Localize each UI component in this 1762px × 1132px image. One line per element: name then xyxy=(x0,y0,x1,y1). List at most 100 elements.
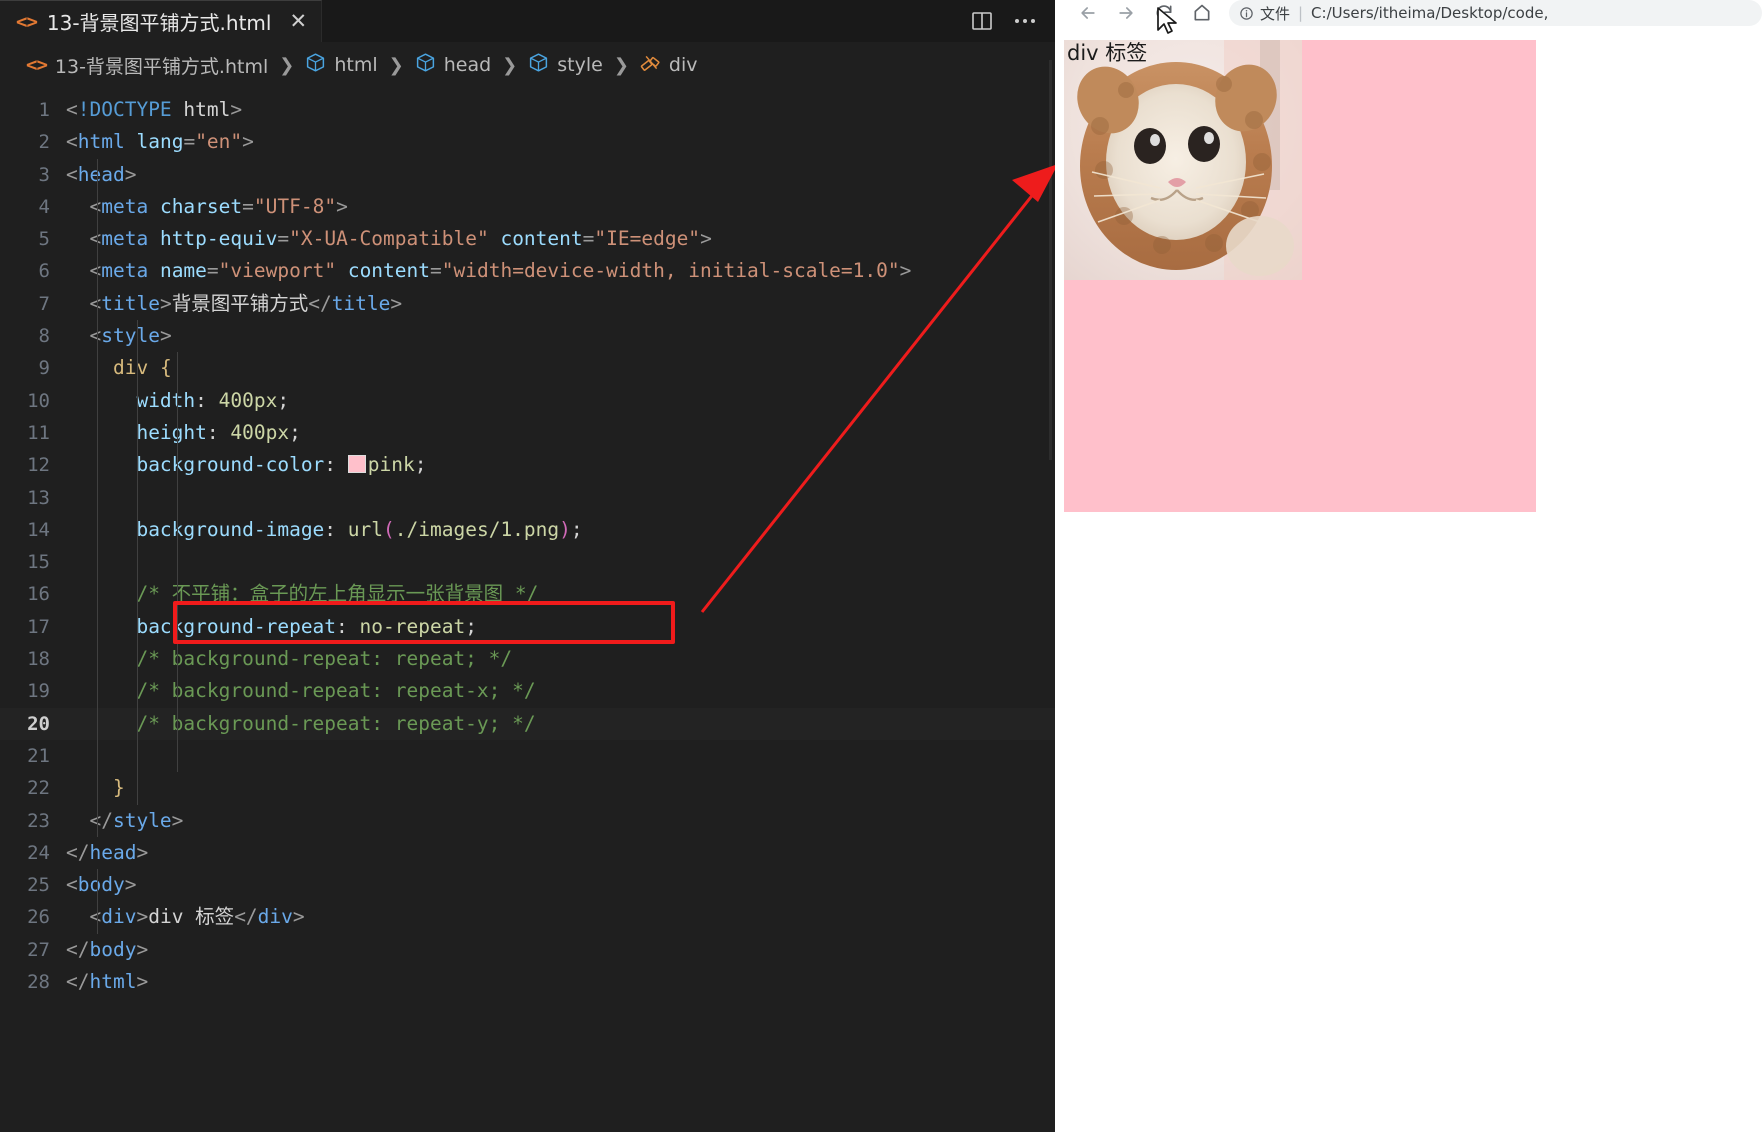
line-number: 11 xyxy=(27,421,50,444)
code-line[interactable]: 5 <meta http-equiv="X-UA-Compatible" con… xyxy=(0,223,1055,255)
code-line[interactable]: 28 </html> xyxy=(0,966,1055,998)
line-number: 17 xyxy=(27,615,50,638)
code-line[interactable]: 19 /* background-repeat: repeat-x; */ xyxy=(0,675,1055,707)
line-number: 5 xyxy=(38,228,50,251)
line-text: </head> xyxy=(66,840,149,864)
code-line[interactable]: 2 <html lang="en"> xyxy=(0,126,1055,158)
code-line[interactable]: 13 xyxy=(0,482,1055,514)
code-line[interactable]: 23 </style> xyxy=(0,805,1055,837)
breadcrumb-label: html xyxy=(334,54,378,76)
line-text: /* background-repeat: repeat-x; */ xyxy=(136,679,536,703)
line-number: 22 xyxy=(27,777,50,800)
code-line[interactable]: 27 </body> xyxy=(0,934,1055,966)
line-number: 2 xyxy=(38,131,50,154)
code-line[interactable]: 7 <title>背景图平铺方式</title> xyxy=(0,288,1055,320)
breadcrumb-label: div xyxy=(668,54,698,76)
address-bar-divider: | xyxy=(1296,4,1306,22)
scrollbar-thumb[interactable] xyxy=(1049,60,1052,460)
line-text: <title>背景图平铺方式</title> xyxy=(89,291,403,315)
breadcrumb-item-div[interactable]: div xyxy=(640,52,698,78)
line-number: 9 xyxy=(38,357,50,380)
address-bar-url: C:/Users/itheima/Desktop/code, xyxy=(1311,4,1549,22)
code-line[interactable]: 24 </head> xyxy=(0,837,1055,869)
breadcrumb-item-head[interactable]: head xyxy=(415,52,491,78)
more-actions-icon[interactable] xyxy=(1013,17,1037,25)
code-line[interactable]: 15 xyxy=(0,546,1055,578)
close-icon[interactable]: ✕ xyxy=(289,11,307,32)
breadcrumb-label: style xyxy=(557,54,603,76)
browser-viewport: div 标签 xyxy=(1055,26,1762,1132)
code-line[interactable]: 25 <body> xyxy=(0,869,1055,901)
editor-tab-bar: <> 13-背景图平铺方式.html ✕ xyxy=(0,0,1055,42)
line-number: 10 xyxy=(27,389,50,412)
browser-pane: 文件 | C:/Users/itheima/Desktop/code, div … xyxy=(1055,0,1762,1132)
line-text: <!DOCTYPE html> xyxy=(66,98,243,121)
html-file-icon: <> xyxy=(26,54,48,76)
code-line[interactable]: 17 background-repeat: no-repeat; xyxy=(0,611,1055,643)
line-number: 25 xyxy=(27,874,50,897)
line-number: 6 xyxy=(38,260,50,283)
line-text: height: 400px; xyxy=(136,420,301,444)
editor-actions xyxy=(971,0,1055,42)
indent-guide xyxy=(177,352,178,773)
code-line[interactable]: 11 height: 400px; xyxy=(0,417,1055,449)
chevron-right-icon: ❯ xyxy=(279,54,295,76)
symbol-cube-icon xyxy=(528,52,549,78)
line-text: <meta name="viewport" content="width=dev… xyxy=(89,259,912,283)
code-line[interactable]: 21 xyxy=(0,740,1055,772)
indent-guide xyxy=(137,320,138,805)
address-bar-scheme-label: 文件 xyxy=(1260,4,1291,23)
breadcrumb-item-html[interactable]: html xyxy=(305,52,378,78)
chevron-right-icon: ❯ xyxy=(502,54,518,76)
code-line[interactable]: 18 /* background-repeat: repeat; */ xyxy=(0,643,1055,675)
line-text: <div>div 标签</div> xyxy=(89,905,305,929)
code-line[interactable]: 6 <meta name="viewport" content="width=d… xyxy=(0,255,1055,287)
code-line[interactable]: 3 <head> xyxy=(0,159,1055,191)
forward-arrow-icon[interactable] xyxy=(1107,0,1145,26)
code-line[interactable]: 20 /* background-repeat: repeat-y; */ xyxy=(0,707,1055,740)
code-line[interactable]: 14 background-image: url(./images/1.png)… xyxy=(0,514,1055,546)
line-number: 13 xyxy=(27,486,50,509)
chevron-right-icon: ❯ xyxy=(613,54,629,76)
breadcrumb-item-style[interactable]: style xyxy=(528,52,603,78)
code-content[interactable]: 1 <!DOCTYPE html> 2 <html lang="en"> 3 <head>… xyxy=(0,88,1055,998)
line-text: background-image: url(./images/1.png); xyxy=(136,517,583,541)
line-number: 7 xyxy=(38,292,50,315)
code-line[interactable]: 4 <meta charset="UTF-8"> xyxy=(0,191,1055,223)
line-text: /* background-repeat: repeat-y; */ xyxy=(136,711,536,735)
reload-icon[interactable] xyxy=(1145,0,1183,26)
breadcrumb-item-file[interactable]: <> 13-背景图平铺方式.html xyxy=(26,52,268,79)
line-text: </style> xyxy=(89,808,184,832)
line-text: } xyxy=(112,776,125,800)
breadcrumb-label: head xyxy=(443,54,492,76)
line-number: 12 xyxy=(27,454,50,477)
code-line[interactable]: 9 div { xyxy=(0,352,1055,384)
editor-tab[interactable]: <> 13-背景图平铺方式.html ✕ xyxy=(0,0,323,42)
code-line[interactable]: 8 <style> xyxy=(0,320,1055,352)
home-icon[interactable] xyxy=(1183,0,1221,26)
code-line[interactable]: 26 <div>div 标签</div> xyxy=(0,901,1055,933)
code-line[interactable]: 10 width: 400px; xyxy=(0,385,1055,417)
line-number: 23 xyxy=(27,809,50,832)
line-text: </body> xyxy=(66,937,149,961)
line-number: 21 xyxy=(27,744,50,767)
indent-guide xyxy=(97,869,98,934)
symbol-ruler-icon xyxy=(640,52,661,78)
line-text: background-repeat: no-repeat; xyxy=(136,614,477,638)
code-line[interactable]: 22 } xyxy=(0,772,1055,804)
code-editor-pane: <> 13-背景图平铺方式.html ✕ <> 13-背景图平铺方式.html … xyxy=(0,0,1055,1132)
address-bar[interactable]: 文件 | C:/Users/itheima/Desktop/code, xyxy=(1229,0,1762,26)
code-line[interactable]: 1 <!DOCTYPE html> xyxy=(0,94,1055,126)
line-number: 8 xyxy=(38,325,50,348)
back-arrow-icon[interactable] xyxy=(1069,0,1107,26)
info-circle-icon[interactable] xyxy=(1239,6,1254,21)
indent-guide xyxy=(97,158,98,837)
code-line[interactable]: 12 background-color: pink; xyxy=(0,449,1055,481)
line-text: <meta charset="UTF-8"> xyxy=(89,194,348,218)
line-text: <body> xyxy=(66,873,137,897)
code-line[interactable]: 16 /* 不平铺：盒子的左上角显示一张背景图 */ xyxy=(0,578,1055,610)
split-editor-icon[interactable] xyxy=(971,10,993,32)
symbol-cube-icon xyxy=(415,52,436,78)
line-number: 19 xyxy=(27,680,50,703)
breadcrumb-label: 13-背景图平铺方式.html xyxy=(54,55,269,78)
